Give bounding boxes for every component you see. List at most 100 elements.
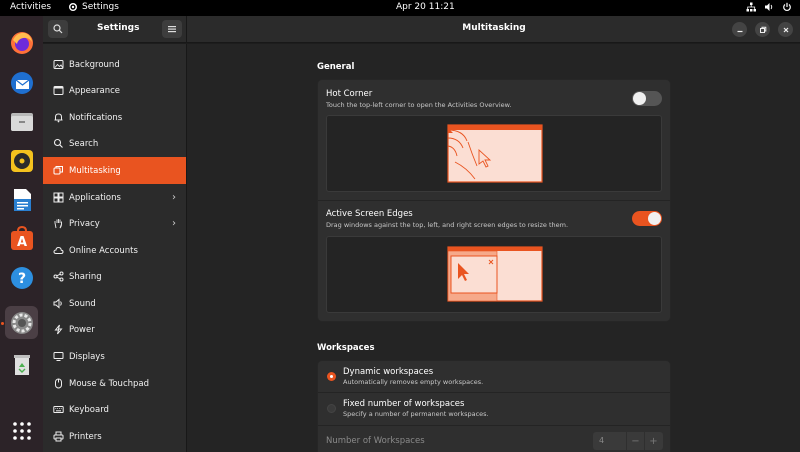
dock-firefox[interactable]	[5, 26, 38, 59]
search-icon	[53, 24, 63, 34]
minimize-button[interactable]	[732, 22, 747, 37]
display-icon	[52, 351, 64, 363]
sidebar-item-power[interactable]: Power	[43, 316, 186, 343]
sidebar-item-mouse-touchpad[interactable]: Mouse & Touchpad	[43, 370, 186, 397]
dock-writer[interactable]	[5, 183, 38, 216]
sidebar-item-label: Notifications	[69, 112, 123, 123]
sidebar-item-notifications[interactable]: Notifications	[43, 104, 186, 131]
running-indicator	[1, 322, 4, 325]
writer-icon	[13, 188, 31, 211]
clock[interactable]: Apr 20 11:21	[396, 2, 455, 12]
sidebar-item-label: Sharing	[69, 271, 102, 282]
sidebar-item-appearance[interactable]: Appearance	[43, 77, 186, 104]
close-button[interactable]	[778, 22, 793, 37]
dynamic-workspaces-subtitle: Automatically removes empty workspaces.	[343, 378, 484, 386]
software-icon: A	[10, 225, 33, 250]
section-title-general: General	[317, 62, 355, 72]
search-icon	[52, 138, 64, 150]
fixed-workspaces-subtitle: Specify a number of permanent workspaces…	[343, 410, 489, 418]
sidebar-item-sharing[interactable]: Sharing	[43, 263, 186, 290]
dynamic-workspaces-title: Dynamic workspaces	[343, 367, 434, 377]
restore-button[interactable]	[755, 22, 770, 37]
sidebar-item-label: Background	[69, 59, 120, 70]
sidebar-item-applications[interactable]: Applications ›	[43, 184, 186, 211]
speaker-icon	[52, 298, 64, 310]
row-divider	[318, 392, 670, 393]
app-menu[interactable]: Settings	[68, 2, 119, 12]
sidebar-item-label: Mouse & Touchpad	[69, 378, 150, 389]
svg-text:A: A	[16, 235, 26, 250]
sidebar-item-online-accounts[interactable]: Online Accounts	[43, 237, 186, 264]
number-of-workspaces-label: Number of Workspaces	[326, 436, 425, 446]
hot-corner-toggle[interactable]	[632, 91, 662, 106]
workspaces-count-spinner[interactable]: 4 − +	[593, 432, 663, 450]
mouse-icon	[52, 378, 64, 390]
section-title-workspaces: Workspaces	[317, 343, 375, 353]
system-tray[interactable]	[746, 2, 792, 12]
dock-files[interactable]	[5, 105, 38, 138]
printer-icon	[52, 431, 64, 443]
chevron-right-icon: ›	[172, 218, 176, 229]
search-button[interactable]	[48, 20, 68, 38]
sidebar-item-label: Privacy	[69, 218, 100, 229]
sidebar-item-privacy[interactable]: Privacy ›	[43, 210, 186, 237]
sidebar-item-background[interactable]: Background	[43, 51, 186, 78]
sidebar-item-displays[interactable]: Displays	[43, 343, 186, 370]
applications-icon	[52, 192, 64, 204]
sidebar-item-multitasking[interactable]: Multitasking	[43, 157, 186, 184]
network-icon	[746, 2, 756, 12]
main-content[interactable]: General Hot Corner Touch the top-left co…	[186, 44, 800, 452]
sidebar-item-label: Keyboard	[69, 404, 109, 415]
row-divider	[318, 425, 670, 426]
screen-edges-image	[447, 246, 543, 302]
rhythmbox-icon	[10, 149, 33, 172]
dock-show-apps[interactable]	[5, 414, 38, 447]
dock-thunderbird[interactable]	[5, 66, 38, 99]
hot-corner-illustration	[326, 115, 662, 192]
sidebar-header: Settings	[43, 16, 186, 43]
decrement-button[interactable]: −	[626, 432, 644, 450]
sidebar-item-label: Power	[69, 324, 95, 335]
main-menu-button[interactable]	[162, 20, 182, 38]
sidebar-item-sound[interactable]: Sound	[43, 290, 186, 317]
activities-button[interactable]: Activities	[10, 2, 51, 12]
svg-text:?: ?	[17, 271, 25, 287]
keyboard-icon	[52, 404, 64, 416]
chevron-right-icon: ›	[172, 192, 176, 203]
page-title: Multitasking	[462, 23, 526, 33]
workspaces-count-value: 4	[599, 436, 605, 445]
multitasking-icon	[52, 165, 64, 177]
dynamic-workspaces-radio[interactable]	[327, 372, 336, 381]
background-icon	[52, 59, 64, 71]
power-icon	[52, 324, 64, 336]
increment-button[interactable]: +	[644, 432, 662, 450]
files-icon	[10, 112, 33, 131]
sidebar-item-keyboard[interactable]: Keyboard	[43, 396, 186, 423]
sidebar-item-label: Search	[69, 138, 99, 149]
close-icon	[783, 27, 788, 32]
cloud-icon	[52, 245, 64, 257]
dock-help[interactable]: ?	[5, 261, 38, 294]
hot-corner-title: Hot Corner	[326, 89, 373, 99]
fixed-workspaces-title: Fixed number of workspaces	[343, 399, 465, 409]
fixed-workspaces-radio[interactable]	[327, 404, 336, 413]
show-apps-icon	[12, 421, 31, 440]
sidebar: Background Appearance Notifications Sear…	[43, 44, 186, 452]
toggle-knob	[648, 212, 661, 225]
sidebar-item-printers[interactable]: Printers	[43, 423, 186, 450]
dock-software[interactable]: A	[5, 222, 38, 255]
share-icon	[52, 271, 64, 283]
help-icon: ?	[10, 266, 33, 289]
dock-trash[interactable]	[5, 347, 38, 380]
dock-settings[interactable]	[5, 306, 38, 339]
sidebar-title: Settings	[97, 23, 140, 33]
screen-edges-toggle[interactable]	[632, 211, 662, 226]
sidebar-item-search[interactable]: Search	[43, 130, 186, 157]
hand-icon	[52, 218, 64, 230]
sidebar-item-label: Online Accounts	[69, 245, 138, 256]
dock-rhythmbox[interactable]	[5, 144, 38, 177]
trash-icon	[13, 354, 30, 375]
restore-icon	[759, 26, 766, 33]
hot-corner-subtitle: Touch the top-left corner to open the Ac…	[326, 101, 512, 109]
hot-corner-image	[447, 124, 543, 183]
